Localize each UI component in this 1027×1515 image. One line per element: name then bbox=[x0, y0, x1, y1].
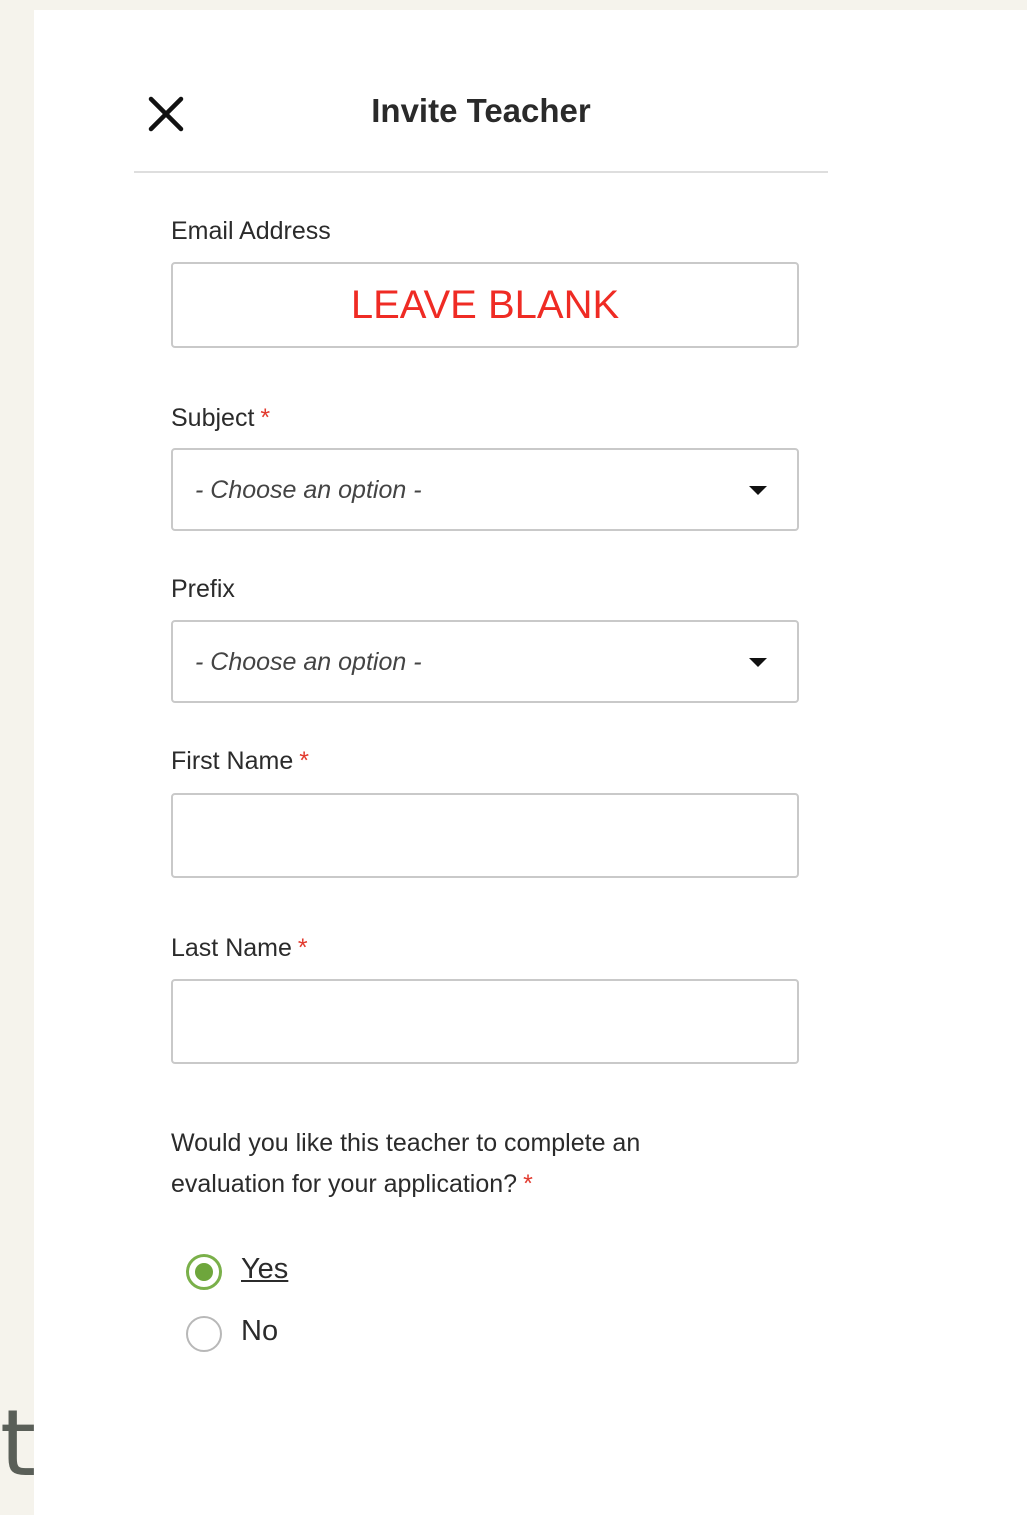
radio-label-yes: Yes bbox=[241, 1253, 289, 1285]
first-name-label: First Name * bbox=[171, 747, 309, 776]
last-name-label: Last Name * bbox=[171, 934, 308, 963]
subject-selected-value: - Choose an option - bbox=[195, 476, 422, 504]
invite-teacher-dialog: Invite Teacher Email Address Subject* - … bbox=[34, 10, 1027, 1515]
email-field-box bbox=[171, 262, 799, 348]
evaluation-question: Would you like this teacher to complete … bbox=[171, 1123, 731, 1205]
subject-label-text: Subject bbox=[171, 404, 255, 432]
caret-down-icon bbox=[749, 658, 767, 667]
radio-label-no: No bbox=[241, 1315, 279, 1347]
required-asterisk: * bbox=[297, 934, 308, 962]
subject-label: Subject * bbox=[171, 404, 270, 433]
email-field[interactable] bbox=[173, 264, 797, 346]
radio-selected-icon[interactable] bbox=[186, 1254, 222, 1290]
last-name-field-box bbox=[171, 979, 799, 1064]
dialog-title: Invite Teacher bbox=[371, 92, 591, 129]
evaluation-question-text: Would you like this teacher to complete … bbox=[171, 1129, 641, 1198]
prefix-label: Prefix bbox=[171, 575, 235, 604]
email-label: Email Address bbox=[171, 217, 331, 246]
prefix-label-text: Prefix bbox=[171, 575, 235, 603]
required-asterisk: * bbox=[299, 747, 309, 775]
radio-unselected-icon[interactable] bbox=[186, 1316, 222, 1352]
prefix-select[interactable]: - Choose an option - bbox=[171, 620, 799, 703]
first-name-label-text: First Name bbox=[171, 747, 294, 775]
subject-select[interactable]: - Choose an option - bbox=[171, 448, 799, 531]
first-name-field-box bbox=[171, 793, 799, 878]
prefix-selected-value: - Choose an option - bbox=[195, 648, 422, 676]
last-name-label-text: Last Name bbox=[171, 934, 292, 962]
first-name-field[interactable] bbox=[173, 795, 797, 876]
last-name-field[interactable] bbox=[173, 981, 797, 1062]
header-divider bbox=[134, 171, 828, 173]
email-label-text: Email Address bbox=[171, 217, 331, 245]
dialog-header: Invite Teacher bbox=[134, 80, 828, 172]
caret-down-icon bbox=[749, 486, 767, 495]
required-asterisk: * bbox=[523, 1170, 533, 1198]
background-fragment-text: t bbox=[0, 1390, 37, 1497]
required-asterisk: * bbox=[260, 404, 271, 432]
